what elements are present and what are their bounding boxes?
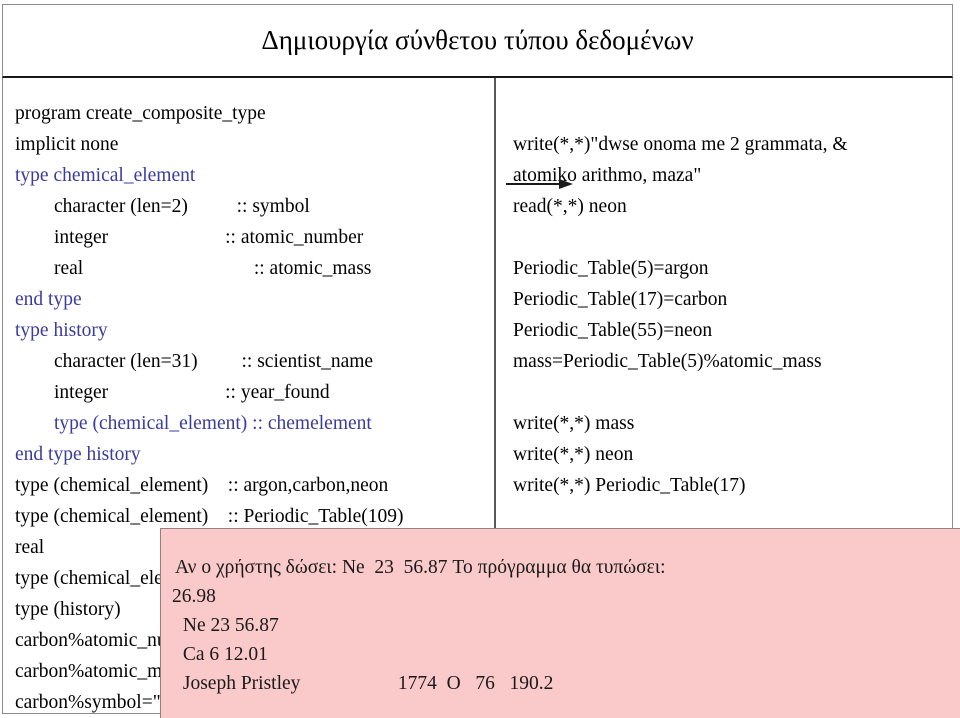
code-line: Periodic_Table(55)=neon	[513, 320, 713, 341]
output-line: 26.98	[172, 586, 216, 607]
code-line: write(*,*) Periodic_Table(17)	[513, 475, 746, 496]
output-line: Joseph Pristley 1774 O 76 190.2	[178, 673, 554, 694]
page-title: Δημιουργία σύνθετου τύπου δεδομένων	[261, 24, 694, 55]
code-line: type (chemical_element) :: chemelement	[15, 413, 372, 434]
code-line: end type	[15, 289, 82, 310]
code-line: mass=Periodic_Table(5)%atomic_mass	[513, 351, 822, 372]
title-frame: Δημιουργία σύνθετου τύπου δεδομένων	[2, 4, 953, 78]
code-line: real :: atomic_mass	[15, 258, 372, 279]
code-line: type chemical_element	[15, 165, 196, 186]
code-line: Periodic_Table(17)=carbon	[513, 289, 728, 310]
code-line: write(*,*)"dwse onoma me 2 grammata, &	[513, 134, 848, 155]
code-line: type (chemical_element) :: argon,carbon,…	[15, 475, 389, 496]
code-line: write(*,*) mass	[513, 413, 635, 434]
output-line: Ca 6 12.01	[178, 644, 268, 665]
code-line: implicit none	[15, 134, 119, 155]
code-line: write(*,*) neon	[513, 444, 634, 465]
code-line: character (len=31) :: scientist_name	[15, 351, 374, 372]
output-line: Ne 23 56.87	[178, 615, 279, 636]
code-line: program create_composite_type	[15, 103, 266, 124]
code-line: atomiko arithmo, maza"	[513, 165, 702, 186]
code-line: read(*,*) neon	[513, 196, 627, 217]
program-output-overlay: Αν ο χρήστης δώσει: Ne 23 56.87 Το πρόγρ…	[160, 528, 960, 718]
output-line: Αν ο χρήστης δώσει: Ne 23 56.87 Το πρόγρ…	[175, 557, 666, 578]
code-line: Periodic_Table(5)=argon	[513, 258, 709, 279]
code-line: integer :: year_found	[15, 382, 330, 403]
code-line: character (len=2) :: symbol	[15, 196, 310, 217]
code-line: type history	[15, 320, 108, 341]
code-line: end type history	[15, 444, 141, 465]
arrow-right-icon	[506, 179, 573, 189]
code-line: integer :: atomic_number	[15, 227, 364, 248]
